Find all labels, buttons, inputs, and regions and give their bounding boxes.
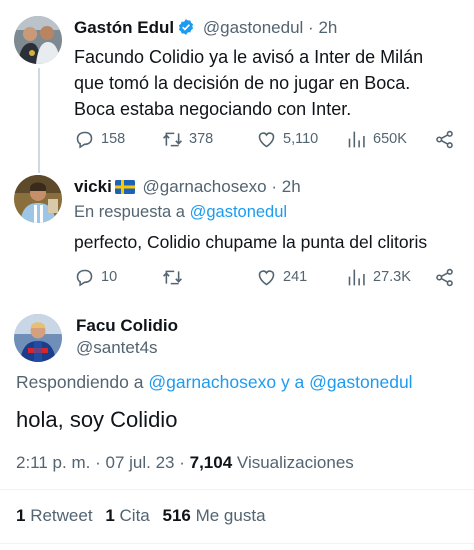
reply-button[interactable]: 10 — [74, 265, 117, 289]
views-count: 27.3K — [373, 269, 411, 285]
separator-dot: · — [179, 453, 185, 472]
like-count: 241 — [283, 269, 308, 285]
avatar-photo — [14, 314, 62, 362]
likes-label: Me gusta — [195, 506, 266, 525]
views-button[interactable]: 27.3K — [346, 265, 411, 289]
action-bar: 10 241 27.3K — [74, 265, 458, 289]
share-button[interactable] — [434, 127, 455, 151]
thread-line — [38, 165, 40, 173]
reply-count: 10 — [101, 269, 118, 285]
like-count: 5,110 — [283, 131, 319, 147]
timestamp[interactable]: 2h — [282, 177, 301, 196]
reply-icon — [76, 269, 93, 287]
divider — [0, 489, 474, 490]
share-icon — [436, 130, 453, 148]
like-icon — [258, 269, 275, 285]
reply-prefix: En respuesta a — [74, 203, 185, 221]
display-name[interactable]: vicki — [74, 177, 112, 196]
views-icon — [348, 269, 365, 285]
separator-dot: · — [271, 177, 278, 196]
mention-link-garnachosexo[interactable]: @garnachosexo — [148, 372, 276, 392]
tweet-text-line: Facundo Colidio ya le avisó a Inter de M… — [74, 47, 424, 67]
avatar-garnachosexo[interactable] — [14, 175, 62, 223]
retweet-icon — [163, 270, 182, 284]
mention-link-gastonedul[interactable]: @gastonedul — [309, 372, 412, 392]
tweet-header: Gastón Edul @gastonedul · 2h — [74, 18, 337, 38]
retweet-button[interactable] — [162, 265, 189, 289]
main-date[interactable]: 07 jul. 23 — [105, 453, 174, 472]
reply-button[interactable]: 158 — [74, 127, 125, 151]
reply-prefix: Respondiendo a — [16, 372, 144, 392]
avatar-photo — [14, 175, 62, 223]
handle[interactable]: @gastonedul — [203, 18, 303, 37]
main-display-name[interactable]: Facu Colidio — [76, 316, 178, 336]
like-button[interactable]: 241 — [256, 265, 307, 289]
thread-line — [38, 68, 40, 165]
separator-dot: · — [308, 18, 314, 37]
tweet-text-line: Boca estaba negociando con Inter. — [74, 99, 352, 119]
retweets-count: 1 — [16, 506, 26, 525]
reply-context: En respuesta a @gastonedul — [74, 203, 287, 222]
views-icon — [348, 131, 365, 147]
views-count: 650K — [373, 131, 407, 147]
likes-stat[interactable]: 516 Me gusta — [162, 506, 265, 525]
reply-icon — [76, 131, 93, 149]
quotes-stat[interactable]: 1 Cita — [105, 506, 149, 525]
display-name[interactable]: Gastón Edul — [74, 18, 174, 37]
likes-count: 516 — [162, 506, 191, 525]
retweet-button[interactable]: 378 — [162, 127, 213, 151]
divider — [0, 543, 474, 544]
retweet-icon — [163, 132, 182, 146]
share-button[interactable] — [434, 265, 455, 289]
main-reply-context: Respondiendo a @garnachosexo y a @gaston… — [16, 372, 413, 393]
tweet-garnachosexo[interactable]: vicki @garnachosexo · 2h En respuesta a … — [0, 165, 474, 300]
avatar-photo — [14, 16, 62, 64]
tweet-gastonedul[interactable]: Gastón Edul @gastonedul · 2h Facundo Col… — [0, 0, 474, 165]
avatar-gastonedul[interactable] — [14, 16, 62, 64]
retweet-count: 378 — [189, 131, 214, 147]
separator-dot: · — [95, 453, 101, 472]
retweets-label: Retweet — [30, 506, 93, 525]
mention-link[interactable]: @gastonedul — [190, 203, 288, 221]
retweets-stat[interactable]: 1 Retweet — [16, 506, 93, 525]
avatar-santet4s[interactable] — [14, 314, 62, 362]
tweet-text: Facundo Colidio ya le avisó a Inter de M… — [74, 44, 423, 122]
engagement-stats: 1 Retweet 1 Cita 516 Me gusta — [16, 506, 266, 526]
action-bar: 158 378 5,110 650K — [74, 127, 458, 151]
tweet-header: vicki @garnachosexo · 2h — [74, 177, 301, 197]
views-count: 7,104 — [189, 453, 233, 472]
tweet-text-line: que tomó la decisión de no jugar en Boca… — [74, 73, 411, 93]
sweden-flag-icon — [114, 179, 135, 194]
reply-conjunction: y a — [280, 372, 305, 392]
views-button[interactable]: 650K — [346, 127, 407, 151]
main-time[interactable]: 2:11 p. m. — [16, 453, 90, 472]
handle[interactable]: @garnachosexo — [143, 177, 267, 196]
timestamp[interactable]: 2h — [318, 18, 337, 37]
like-button[interactable]: 5,110 — [256, 127, 318, 151]
tweet-text: perfecto, Colidio chupame la punta del c… — [74, 232, 428, 252]
like-icon — [258, 131, 275, 147]
quotes-count: 1 — [105, 506, 115, 525]
share-icon — [436, 268, 453, 286]
main-tweet-text: hola, soy Colidio — [16, 407, 178, 432]
verified-badge-icon — [177, 18, 195, 36]
views-label: Visualizaciones — [236, 453, 354, 472]
tweet-meta: 2:11 p. m. · 07 jul. 23 · 7,104 Visualiz… — [16, 453, 354, 473]
main-handle[interactable]: @santet4s — [76, 338, 158, 358]
reply-count: 158 — [101, 131, 126, 147]
quotes-label: Cita — [119, 506, 150, 525]
